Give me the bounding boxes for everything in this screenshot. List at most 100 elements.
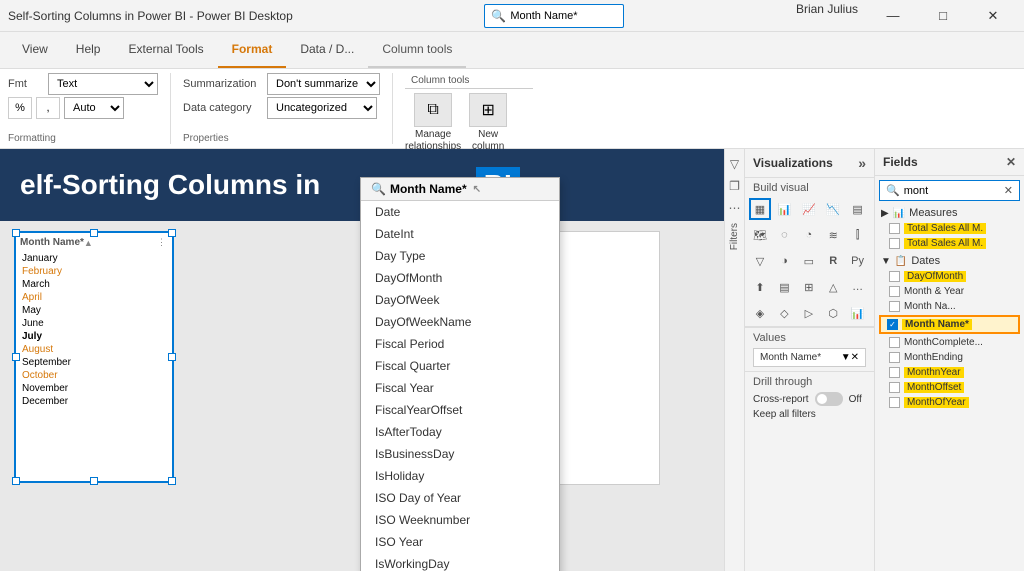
viz-icon-line[interactable]: 📈 [798,198,820,220]
format-dropdown[interactable]: Text [48,73,158,95]
comma-button[interactable]: , [36,97,60,119]
resize-bl[interactable] [12,477,20,485]
field-checkbox-ts1[interactable] [889,223,900,234]
close-button[interactable]: ✕ [970,2,1016,30]
fields-search-box[interactable]: 🔍 ✕ [879,180,1020,201]
viz-icon-area[interactable]: 📉 [822,198,844,220]
viz-icon-waterfall[interactable]: ⫿ [847,224,869,246]
viz-icon-card[interactable]: ▭ [798,250,820,272]
field-monthending[interactable]: MonthEnding [875,350,1024,365]
resize-tl[interactable] [12,229,20,237]
field-checkbox-mna[interactable] [889,301,900,312]
dropdown-item-dayofmonth[interactable]: DayOfMonth [361,267,559,289]
viz-icon-funnel[interactable]: ▽ [749,250,771,272]
dropdown-item-fiscalyear[interactable]: Fiscal Year [361,377,559,399]
dropdown-item-isworkingday[interactable]: IsWorkingDay [361,553,559,571]
dropdown-item-dateint[interactable]: DateInt [361,223,559,245]
viz-icon-gauge[interactable]: ◑ [773,250,795,272]
field-group-measures-header[interactable]: ▶ 📊 Measures [875,205,1024,221]
viz-icon-custom3[interactable]: ▷ [798,302,820,324]
field-checkbox-mny[interactable] [889,367,900,378]
viz-icon-pie[interactable]: ◔ [798,224,820,246]
maximize-button[interactable]: □ [920,2,966,30]
resize-br[interactable] [168,477,176,485]
field-monthofyear[interactable]: MonthOfYear [875,395,1024,410]
viz-expand-btn[interactable]: » [858,155,866,171]
field-checkbox-mn[interactable]: ✓ [887,319,898,330]
dropdown-item-dayofweekname[interactable]: DayOfWeekName [361,311,559,333]
dropdown-item-isbusinessday[interactable]: IsBusinessDay [361,443,559,465]
percent-button[interactable]: % [8,97,32,119]
fields-close-btn[interactable]: ✕ [1006,155,1016,169]
viz-icon-more[interactable]: … [847,276,869,298]
resize-tm[interactable] [90,229,98,237]
viz-icon-custom2[interactable]: ◇ [773,302,795,324]
field-dayofmonth[interactable]: DayOfMonth [875,269,1024,284]
values-field[interactable]: Month Name* ▼✕ [753,348,866,367]
month-october[interactable]: October [20,369,168,382]
tab-column-tools[interactable]: Column tools [368,32,466,68]
summarization-dropdown[interactable]: Don't summarize [267,73,380,95]
data-category-dropdown[interactable]: Uncategorized [267,97,377,119]
viz-icon-ribbon[interactable]: ≋ [822,224,844,246]
month-august[interactable]: August [20,343,168,356]
dropdown-item-isholiday[interactable]: IsHoliday [361,465,559,487]
viz-icon-r[interactable]: R [822,250,844,272]
manage-relationships-btn[interactable]: ⧉ Managerelationships [405,93,461,153]
field-checkbox-my[interactable] [889,286,900,297]
viz-icon-matrix[interactable]: ⊞ [798,276,820,298]
dropdown-item-fiscalperiod[interactable]: Fiscal Period [361,333,559,355]
field-monthoffset[interactable]: MonthOffset [875,380,1024,395]
viz-icon-stacked[interactable]: ▤ [847,198,869,220]
auto-dropdown[interactable]: Auto [64,97,124,119]
viz-icon-shape[interactable]: △ [822,276,844,298]
viz-icon-kpi[interactable]: ⬆ [749,276,771,298]
resize-bm[interactable] [90,477,98,485]
field-checkbox-mc[interactable] [889,337,900,348]
field-checkbox-dom[interactable] [889,271,900,282]
title-search[interactable]: 🔍 Month Name* [484,4,624,28]
viz-icon-py[interactable]: Py [847,250,869,272]
resize-rm[interactable] [168,353,176,361]
field-monthcompleted[interactable]: MonthComplete... [875,335,1024,350]
field-checkbox-moy[interactable] [889,397,900,408]
resize-lm[interactable] [12,353,20,361]
dropdown-item-fiscalquarter[interactable]: Fiscal Quarter [361,355,559,377]
fields-search-clear[interactable]: ✕ [1004,184,1013,197]
month-january[interactable]: January [20,252,168,265]
month-june[interactable]: June [20,317,168,330]
dropdown-item-date[interactable]: Date [361,201,559,223]
dropdown-item-dayofweek[interactable]: DayOfWeek [361,289,559,311]
viz-icon-bar[interactable]: 📊 [773,198,795,220]
month-november[interactable]: November [20,382,168,395]
viz-icon-custom5[interactable]: 📊 [847,302,869,324]
visual-sort-icon[interactable]: ▲ [84,238,93,248]
cross-report-toggle[interactable] [815,392,843,406]
dropdown-item-isoweeknumber[interactable]: ISO Weeknumber [361,509,559,531]
month-may[interactable]: May [20,304,168,317]
tab-data-drill[interactable]: Data / D... [286,32,368,68]
field-month-name-checked[interactable]: ✓ Month Name* [879,315,1020,334]
field-total-sales-2[interactable]: Total Sales All M. [875,236,1024,251]
field-checkbox-ts2[interactable] [889,238,900,249]
dropdown-item-fiscalyearoffset[interactable]: FiscalYearOffset [361,399,559,421]
field-group-dates-header[interactable]: ▼ 📋 Dates [875,253,1024,269]
viz-icon-custom4[interactable]: ⬡ [822,302,844,324]
viz-icon-slicer[interactable]: ▤ [773,276,795,298]
viz-icon-map[interactable]: 🗺 [749,224,771,246]
viz-icon-table[interactable]: ▦ [749,198,771,220]
filter-more-icon[interactable]: ⋯ [729,201,741,215]
field-checkbox-mo[interactable] [889,382,900,393]
resize-tr[interactable] [168,229,176,237]
viz-icon-scatter[interactable]: ◌ [773,224,795,246]
month-april[interactable]: April [20,291,168,304]
values-field-dropdown-icon[interactable]: ▼✕ [841,352,859,363]
field-monthnyear[interactable]: MonthnYear [875,365,1024,380]
viz-icon-custom1[interactable]: ◈ [749,302,771,324]
tab-format[interactable]: Format [218,32,287,68]
field-month-year[interactable]: Month & Year [875,284,1024,299]
fields-search-input[interactable] [904,185,1000,197]
month-september[interactable]: September [20,356,168,369]
new-column-btn[interactable]: ⊞ Newcolumn [469,93,507,153]
field-checkbox-me[interactable] [889,352,900,363]
